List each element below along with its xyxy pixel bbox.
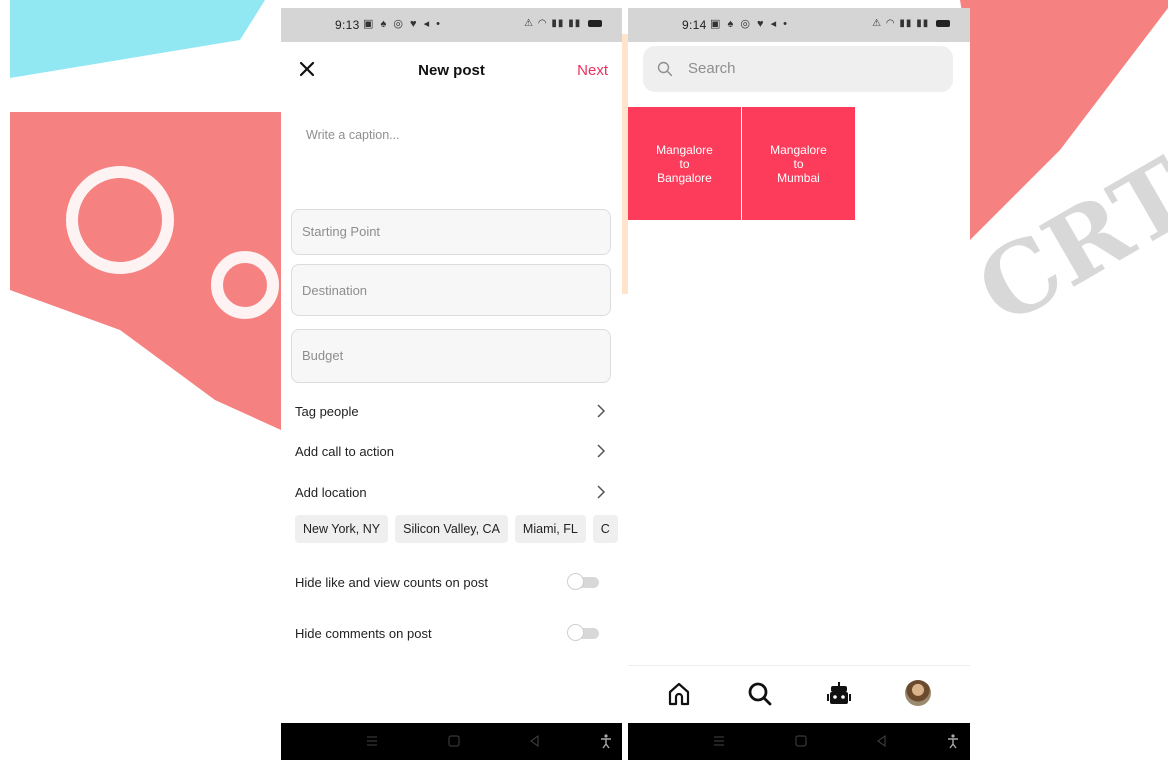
search-input[interactable]: Search [643,46,953,92]
search-icon[interactable] [746,680,774,708]
phone-screen-search: 9:14 ▣ ♠ ◎ ♥ ◂ • ⚠ ◠ ▮▮ ▮▮ Search Mangal… [628,8,970,760]
search-icon [657,61,673,77]
hide-comments-row: Hide comments on post [295,622,608,646]
starting-point-field[interactable]: Starting Point [291,209,611,255]
status-time: 9:13 [335,18,360,32]
search-placeholder: Search [688,60,736,77]
call-to-action-row[interactable]: Add call to action [295,441,608,465]
battery-icon [588,19,602,27]
accessibility-icon[interactable] [945,733,961,749]
home-button-icon[interactable] [793,733,809,749]
route-tile[interactable]: Mangalore to Mumbai [742,107,855,220]
add-location-label: Add location [295,485,367,500]
bottom-tab-bar [628,665,970,724]
recent-apps-icon[interactable] [711,733,727,749]
tile-text: Bangalore [657,170,712,185]
page-title: New post [418,62,485,79]
accessibility-icon[interactable] [598,733,614,749]
location-suggestions: New York, NY Silicon Valley, CA Miami, FL C [295,515,622,545]
signal-icons: ⚠ ◠ ▮▮ ▮▮ [872,18,950,29]
add-location-row[interactable]: Add location [295,482,608,506]
phone-screen-new-post: 9:13 ▣ ♠ ◎ ♥ ◂ • ⚠ ◠ ▮▮ ▮▮ New post Next… [281,8,622,760]
status-bar: 9:14 ▣ ♠ ◎ ♥ ◂ • ⚠ ◠ ▮▮ ▮▮ [628,8,970,42]
system-nav-bar [628,723,970,760]
call-to-action-label: Add call to action [295,444,395,459]
location-chip[interactable]: C [592,515,618,543]
hide-comments-label: Hide comments on post [295,626,432,641]
caption-input[interactable]: Write a caption... [306,128,400,142]
tile-text: Mangalore [770,142,827,157]
destination-field[interactable]: Destination [291,264,611,316]
notification-icons: ▣ ♠ ◎ ♥ ◂ • [363,18,443,30]
chevron-right-icon [597,444,606,458]
notification-icons: ▣ ♠ ◎ ♥ ◂ • [710,18,790,30]
next-button[interactable]: Next [577,62,608,79]
hide-counts-row: Hide like and view counts on post [295,571,608,595]
chevron-right-icon [597,404,606,418]
system-nav-bar [281,723,622,760]
route-tile[interactable]: Mangalore to Bangalore [628,107,741,220]
new-post-header: New post Next [281,42,622,98]
profile-avatar[interactable] [905,680,933,708]
status-bar: 9:13 ▣ ♠ ◎ ♥ ◂ • ⚠ ◠ ▮▮ ▮▮ [281,8,622,42]
tile-text: to [679,156,690,171]
tile-text: Mangalore [656,142,713,157]
budget-field[interactable]: Budget [291,329,611,383]
location-chip[interactable]: Silicon Valley, CA [395,515,508,543]
chevron-right-icon [597,485,606,499]
tile-text: to [793,156,804,171]
home-icon[interactable] [665,680,693,708]
tag-people-label: Tag people [295,404,359,419]
signal-icons: ⚠ ◠ ▮▮ ▮▮ [524,18,602,29]
back-icon[interactable] [874,733,890,749]
location-chip[interactable]: New York, NY [295,515,389,543]
hide-counts-label: Hide like and view counts on post [295,575,488,590]
hide-counts-toggle[interactable] [567,573,601,591]
status-time: 9:14 [682,18,707,32]
bot-icon[interactable] [825,680,853,708]
tag-people-row[interactable]: Tag people [295,401,608,425]
hide-comments-toggle[interactable] [567,624,601,642]
home-button-icon[interactable] [446,733,462,749]
recent-apps-icon[interactable] [364,733,380,749]
avatar [905,680,931,706]
back-icon[interactable] [527,733,543,749]
battery-icon [936,19,950,27]
tile-text: Mumbai [777,170,820,185]
location-chip[interactable]: Miami, FL [514,515,586,543]
